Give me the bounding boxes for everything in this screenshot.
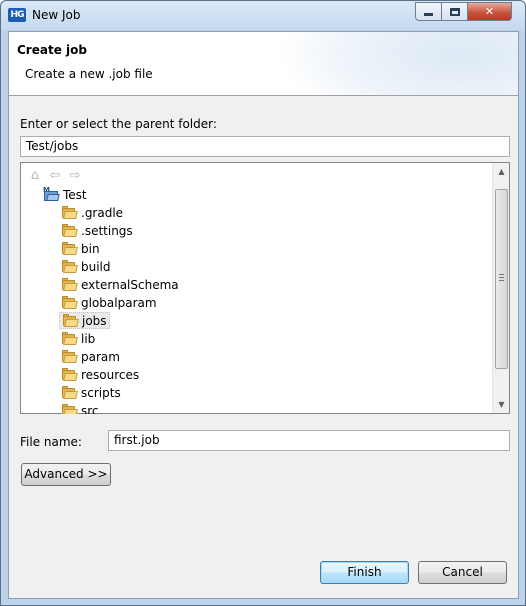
file-name-label: File name: — [20, 435, 82, 449]
tree-item-folder[interactable]: bin — [59, 240, 102, 257]
tree-item-label: bin — [81, 241, 100, 256]
file-name-input[interactable]: first.job — [108, 430, 510, 451]
folder-icon — [61, 241, 78, 255]
tree-item-folder[interactable]: externalSchema — [59, 276, 181, 293]
new-job-window: HG New Job ✕ Create job Create a new .jo… — [0, 0, 526, 606]
advanced-button[interactable]: Advanced >> — [21, 463, 111, 486]
tree-item-folder[interactable]: param — [59, 348, 122, 365]
maximize-icon — [449, 7, 460, 16]
tree-item-folder[interactable]: jobs — [59, 312, 110, 329]
tree-item-label: externalSchema — [81, 277, 179, 292]
parent-folder-input[interactable]: Test/jobs — [20, 136, 510, 157]
folder-icon — [61, 349, 78, 363]
forward-arrow-icon[interactable]: ⇨ — [67, 168, 83, 184]
folder-icon — [61, 367, 78, 381]
scroll-down-icon[interactable]: ▼ — [493, 396, 510, 413]
tree-item-label: src — [81, 403, 99, 415]
close-icon: ✕ — [484, 5, 495, 18]
tree-item-label: lib — [81, 331, 96, 346]
tree-item-label: scripts — [81, 385, 121, 400]
folder-icon — [61, 277, 78, 291]
tree-item-folder[interactable]: .gradle — [59, 204, 125, 221]
tree-item-project[interactable]: M Test — [41, 186, 89, 203]
finish-button[interactable]: Finish — [320, 561, 409, 584]
scrollbar-thumb[interactable] — [495, 189, 508, 369]
tree-item-label: build — [81, 259, 111, 274]
home-icon[interactable]: ⌂ — [27, 168, 43, 184]
folder-icon — [61, 223, 78, 237]
tree-rows: M Test .gradle .settings bin build externalS… — [21, 185, 492, 414]
tree-item-folder[interactable]: lib — [59, 330, 97, 347]
wizard-header: Create job Create a new .job file — [9, 32, 518, 96]
maximize-button[interactable] — [441, 2, 468, 21]
tree-item-label: globalparam — [81, 295, 157, 310]
tree-scrollbar[interactable]: ▲ ▼ — [492, 163, 509, 413]
cancel-button[interactable]: Cancel — [418, 561, 507, 584]
tree-toolbar: ⌂ ⇦ ⇨ — [27, 167, 83, 185]
tree-item-folder[interactable]: .settings — [59, 222, 135, 239]
tree-item-label: .gradle — [81, 205, 124, 220]
folder-icon — [61, 205, 78, 219]
header-decoration — [278, 32, 518, 95]
tree-item-label: Test — [63, 187, 87, 202]
title-bar[interactable]: HG New Job ✕ — [1, 1, 525, 30]
minimize-icon — [424, 13, 433, 16]
tree-item-folder[interactable]: scripts — [59, 384, 123, 401]
project-folder-icon: M — [43, 186, 60, 202]
tree-item-folder[interactable]: src — [59, 402, 101, 414]
folder-icon — [61, 259, 78, 273]
folder-tree: ⌂ ⇦ ⇨ M Test .gradle .settings bin build ext… — [20, 162, 510, 414]
tree-item-label: jobs — [82, 313, 107, 328]
page-title: Create job — [17, 43, 87, 57]
back-arrow-icon[interactable]: ⇦ — [47, 168, 63, 184]
tree-item-label: resources — [81, 367, 140, 382]
folder-icon — [61, 403, 78, 414]
tree-item-label: param — [81, 349, 120, 364]
folder-icon — [61, 385, 78, 399]
dialog-client-area: Create job Create a new .job file Enter … — [8, 31, 519, 599]
tree-item-label: .settings — [81, 223, 133, 238]
app-icon: HG — [8, 8, 26, 22]
page-subtitle: Create a new .job file — [25, 67, 153, 81]
window-title: New Job — [32, 8, 81, 22]
tree-item-folder[interactable]: build — [59, 258, 113, 275]
tree-item-folder[interactable]: resources — [59, 366, 141, 383]
tree-item-folder[interactable]: globalparam — [59, 294, 159, 311]
folder-icon — [61, 295, 78, 309]
close-button[interactable]: ✕ — [467, 2, 512, 21]
folder-icon — [61, 331, 78, 345]
grip-icon — [499, 274, 504, 281]
scroll-up-icon[interactable]: ▲ — [493, 163, 510, 180]
folder-icon — [62, 313, 79, 327]
minimize-button[interactable] — [415, 2, 442, 21]
parent-folder-label: Enter or select the parent folder: — [20, 117, 217, 131]
